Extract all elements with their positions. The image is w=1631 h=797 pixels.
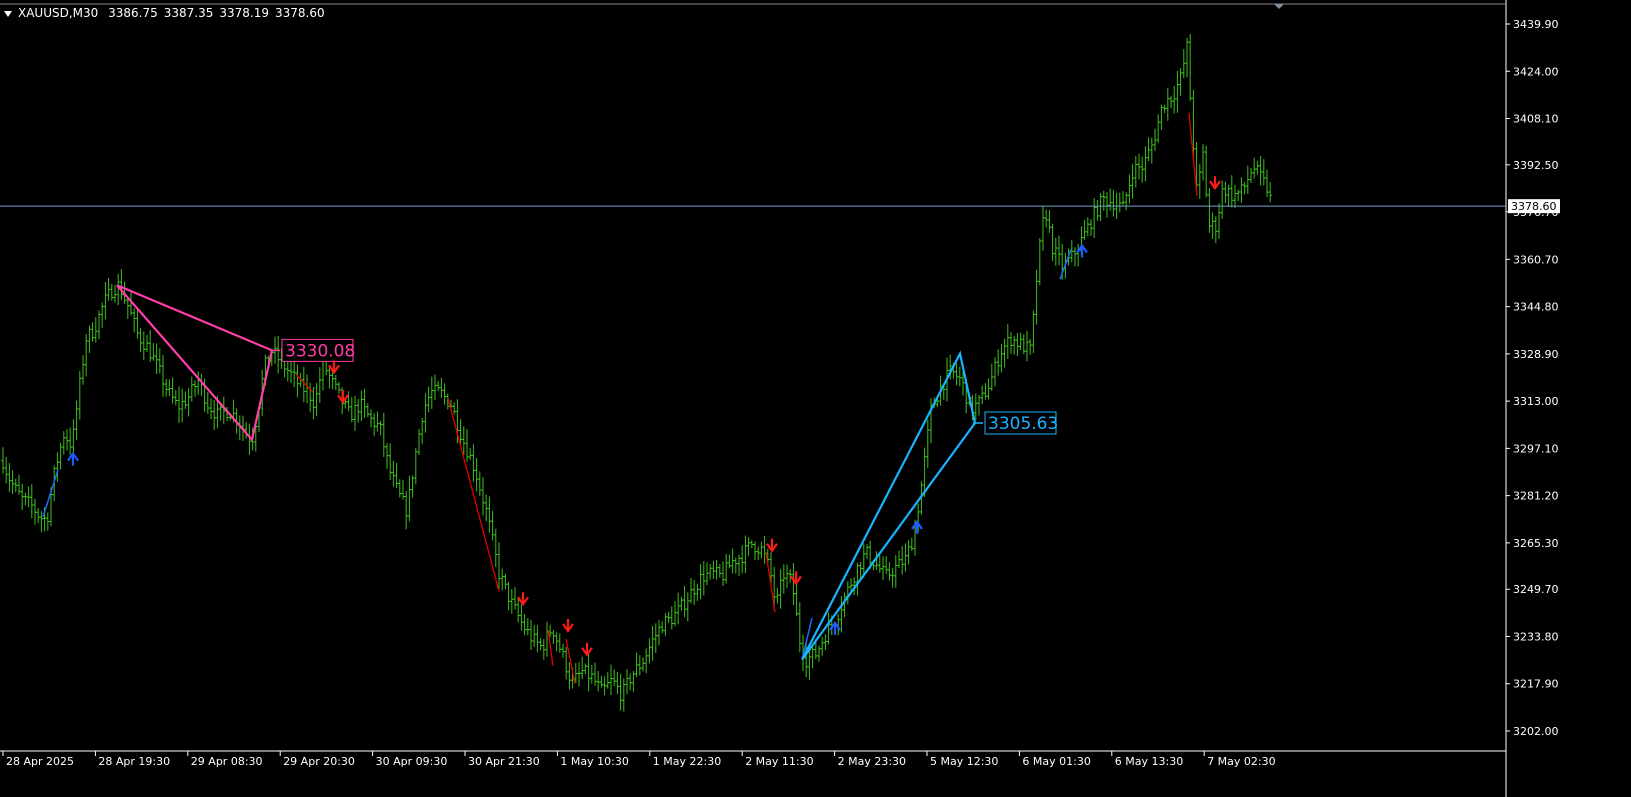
ohlc-open: 3386.75 (108, 6, 158, 20)
x-tick-label: 28 Apr 2025 (6, 755, 74, 768)
x-tick-label: 2 May 11:30 (745, 755, 813, 768)
chart-header: XAUUSD,M30 3386.75 3387.35 3378.19 3378.60 (4, 6, 331, 20)
y-tick-label: 3249.70 (1513, 583, 1559, 596)
x-tick-label: 29 Apr 20:30 (283, 755, 355, 768)
price-chart[interactable]: 3330.08 3305.63 3439.90 3424.00 3408.10 3392… (0, 0, 1631, 797)
x-tick-label: 7 May 02:30 (1207, 755, 1275, 768)
x-tick-label: 1 May 22:30 (653, 755, 721, 768)
y-tick-label: 3439.90 (1513, 18, 1559, 31)
chevron-down-icon[interactable] (4, 10, 12, 17)
pattern-price-label: 3305.63 (988, 414, 1058, 434)
x-tick-label: 30 Apr 09:30 (376, 755, 448, 768)
x-tick-label: 2 May 23:30 (838, 755, 906, 768)
x-tick-label: 28 Apr 19:30 (98, 755, 170, 768)
pattern-price-label: 3330.08 (285, 341, 355, 361)
y-tick-label: 3297.10 (1513, 442, 1559, 455)
x-tick-label: 29 Apr 08:30 (191, 755, 263, 768)
y-tick-label: 3392.50 (1513, 159, 1559, 172)
x-tick-label: 30 Apr 21:30 (468, 755, 540, 768)
ohlc-low: 3378.19 (219, 6, 269, 20)
y-tick-label: 3408.10 (1513, 113, 1559, 126)
chart-area[interactable]: 3330.08 3305.63 3439.90 3424.00 3408.10 3392… (0, 0, 1631, 797)
y-tick-label: 3281.20 (1513, 490, 1559, 503)
y-tick-label: 3265.30 (1513, 537, 1559, 550)
y-tick-label: 3328.90 (1513, 348, 1559, 361)
chart-background (0, 0, 1631, 797)
x-tick-label: 6 May 01:30 (1022, 755, 1090, 768)
current-price-label: 3378.60 (1511, 200, 1557, 213)
y-tick-label: 3202.00 (1513, 725, 1559, 738)
ohlc-close: 3378.60 (275, 6, 325, 20)
x-tick-label: 5 May 12:30 (930, 755, 998, 768)
symbol-timeframe: XAUUSD,M30 (18, 6, 99, 20)
y-tick-label: 3313.00 (1513, 395, 1559, 408)
y-tick-label: 3360.70 (1513, 253, 1559, 266)
x-tick-label: 6 May 13:30 (1115, 755, 1183, 768)
y-tick-label: 3217.90 (1513, 678, 1559, 691)
y-tick-label: 3233.80 (1513, 630, 1559, 643)
y-tick-label: 3424.00 (1513, 65, 1559, 78)
y-tick-label: 3344.80 (1513, 301, 1559, 314)
ohlc-high: 3387.35 (163, 6, 214, 20)
x-tick-label: 1 May 10:30 (560, 755, 628, 768)
